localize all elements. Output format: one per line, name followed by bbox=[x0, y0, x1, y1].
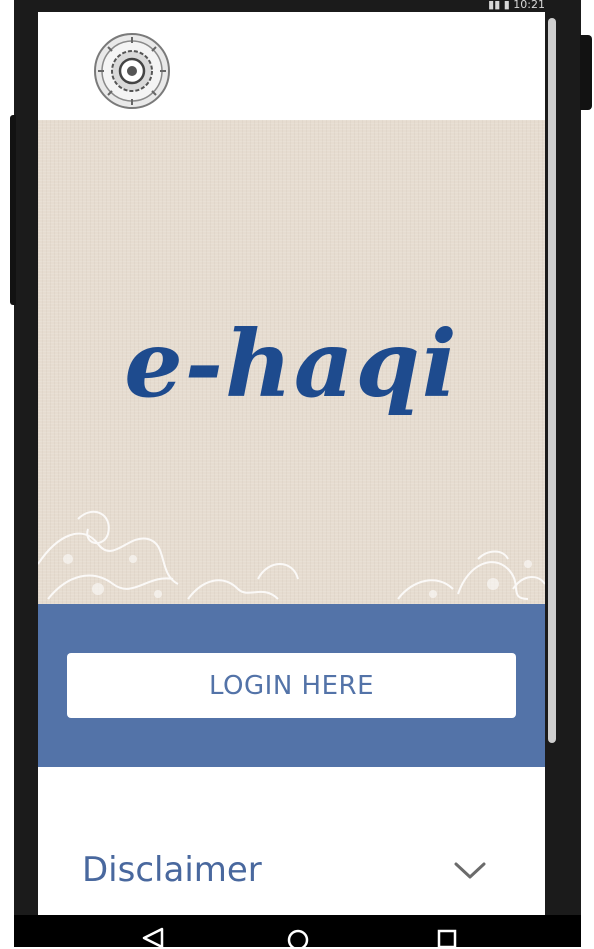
home-icon[interactable] bbox=[285, 927, 311, 949]
disclaimer-label: Disclaimer bbox=[82, 850, 262, 890]
lace-decoration bbox=[38, 510, 545, 600]
app-screen: e-haqi LOGIN HERE Disclaimer bbox=[38, 12, 545, 915]
scrollbar[interactable] bbox=[548, 18, 556, 743]
device-frame-left bbox=[14, 0, 38, 947]
chevron-down-icon[interactable] bbox=[453, 860, 487, 882]
login-button[interactable]: LOGIN HERE bbox=[67, 653, 516, 718]
university-seal-icon[interactable] bbox=[93, 32, 171, 110]
disclaimer-accordion[interactable]: Disclaimer bbox=[38, 832, 545, 912]
hero-banner: e-haqi bbox=[38, 120, 545, 604]
power-button bbox=[580, 35, 592, 110]
status-time: 10:21 bbox=[513, 0, 545, 11]
app-title: e-haqi bbox=[124, 310, 459, 418]
status-bar: ▮▮ ▮ 10:21 bbox=[420, 0, 545, 12]
signal-icon: ▮▮ ▮ bbox=[488, 0, 514, 11]
volume-button bbox=[10, 115, 16, 305]
back-icon[interactable] bbox=[140, 927, 166, 949]
login-section: LOGIN HERE bbox=[38, 604, 545, 767]
app-header bbox=[38, 12, 545, 120]
phone-device: ▮▮ ▮ 10:21 e-haqi LOGIN HERE Disclaimer bbox=[0, 0, 594, 949]
recents-icon[interactable] bbox=[434, 927, 460, 949]
android-nav-bar bbox=[14, 915, 581, 949]
